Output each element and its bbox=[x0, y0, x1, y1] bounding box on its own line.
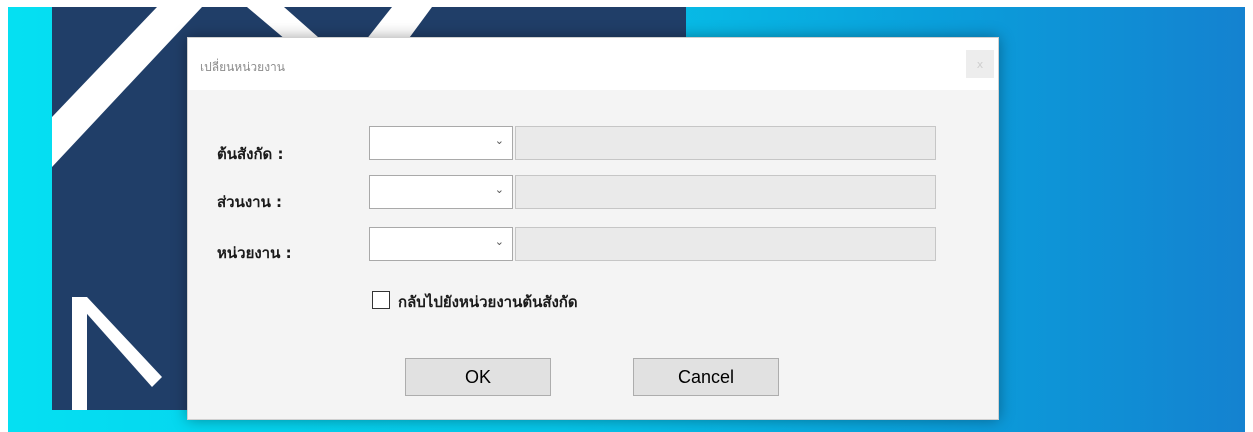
change-unit-dialog: เปลี่ยนหน่วยงาน x ต้นสังกัด : ⌄ ส่วนงาน … bbox=[187, 37, 999, 420]
dialog-titlebar: เปลี่ยนหน่วยงาน x bbox=[188, 38, 998, 90]
close-icon: x bbox=[976, 57, 984, 71]
unit-name-field bbox=[515, 227, 936, 261]
division-combobox[interactable]: ⌄ bbox=[369, 175, 513, 209]
return-to-affiliation-checkbox[interactable] bbox=[372, 291, 390, 309]
chevron-down-icon: ⌄ bbox=[494, 183, 504, 196]
dialog-title: เปลี่ยนหน่วยงาน bbox=[200, 60, 285, 74]
affiliation-label: ต้นสังกัด : bbox=[217, 145, 284, 163]
ok-button[interactable]: OK bbox=[405, 358, 551, 396]
chevron-down-icon: ⌄ bbox=[494, 134, 504, 147]
close-button[interactable]: x bbox=[966, 50, 994, 78]
division-name-field bbox=[515, 175, 936, 209]
chevron-down-icon: ⌄ bbox=[494, 235, 504, 248]
affiliation-combobox[interactable]: ⌄ bbox=[369, 126, 513, 160]
affiliation-name-field bbox=[515, 126, 936, 160]
desktop-background: เปลี่ยนหน่วยงาน x ต้นสังกัด : ⌄ ส่วนงาน … bbox=[8, 7, 1245, 432]
division-label: ส่วนงาน : bbox=[217, 193, 283, 211]
unit-combobox[interactable]: ⌄ bbox=[369, 227, 513, 261]
cancel-button[interactable]: Cancel bbox=[633, 358, 779, 396]
return-to-affiliation-label[interactable]: กลับไปยังหน่วยงานต้นสังกัด bbox=[398, 290, 578, 314]
unit-label: หน่วยงาน : bbox=[217, 244, 292, 262]
